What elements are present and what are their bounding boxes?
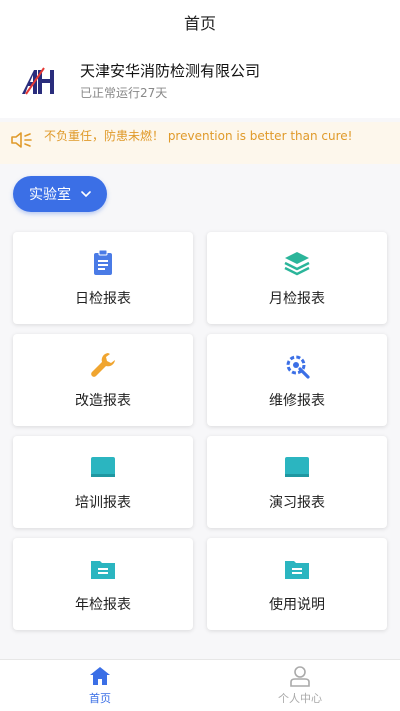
report-grid: 日检报表 月检报表 改造报表 维修报表 培训报表 演习报表 年检报表 使用说明 (0, 220, 400, 630)
card-training-report[interactable]: 培训报表 (13, 436, 193, 528)
clipboard-icon (94, 249, 112, 275)
card-drill-report[interactable]: 演习报表 (207, 436, 387, 528)
home-icon (90, 667, 110, 685)
card-label: 改造报表 (75, 393, 131, 409)
card-repair-report[interactable]: 维修报表 (207, 334, 387, 426)
company-status: 已正常运行27天 (80, 86, 168, 100)
card-user-manual[interactable]: 使用说明 (207, 538, 387, 630)
folder-icon (285, 561, 309, 579)
user-icon (290, 666, 310, 687)
book-icon (91, 457, 115, 477)
notice-text: 不负重任，防患未燃！ prevention is better than cur… (44, 129, 353, 143)
filter-row: 实验室 (0, 168, 400, 220)
folder-icon (91, 561, 115, 579)
card-label: 月检报表 (269, 291, 325, 307)
company-logo-icon (22, 67, 54, 95)
card-renovation-report[interactable]: 改造报表 (13, 334, 193, 426)
chevron-down-icon (81, 191, 91, 198)
card-daily-report[interactable]: 日检报表 (13, 232, 193, 324)
top-bar: 首页 (0, 0, 400, 44)
card-label: 维修报表 (269, 393, 325, 409)
company-name: 天津安华消防检测有限公司 (80, 62, 261, 80)
speaker-icon (11, 132, 32, 148)
card-label: 演习报表 (269, 495, 325, 511)
page-title: 首页 (183, 14, 216, 33)
book-icon (285, 457, 309, 477)
card-label: 日检报表 (75, 291, 131, 307)
company-header: 天津安华消防检测有限公司 已正常运行27天 (0, 44, 400, 118)
tab-home-label: 首页 (89, 692, 111, 705)
lab-select-button[interactable]: 实验室 (13, 176, 107, 212)
card-monthly-report[interactable]: 月检报表 (207, 232, 387, 324)
card-label: 培训报表 (75, 495, 131, 511)
notice-banner: 不负重任，防患未燃！ prevention is better than cur… (0, 122, 400, 164)
card-label: 年检报表 (75, 597, 131, 613)
card-label: 使用说明 (269, 597, 325, 613)
lab-select-label: 实验室 (29, 187, 71, 203)
gear-wrench-icon (286, 355, 310, 379)
bottom-tab-bar: 首页 个人中心 (0, 659, 400, 711)
wrench-icon (91, 353, 115, 377)
tab-profile[interactable]: 个人中心 (200, 660, 400, 711)
tab-profile-label: 个人中心 (278, 692, 322, 705)
company-info: 天津安华消防检测有限公司 已正常运行27天 (80, 61, 260, 101)
tab-home[interactable]: 首页 (0, 660, 200, 711)
card-annual-report[interactable]: 年检报表 (13, 538, 193, 630)
layers-icon (284, 252, 310, 276)
